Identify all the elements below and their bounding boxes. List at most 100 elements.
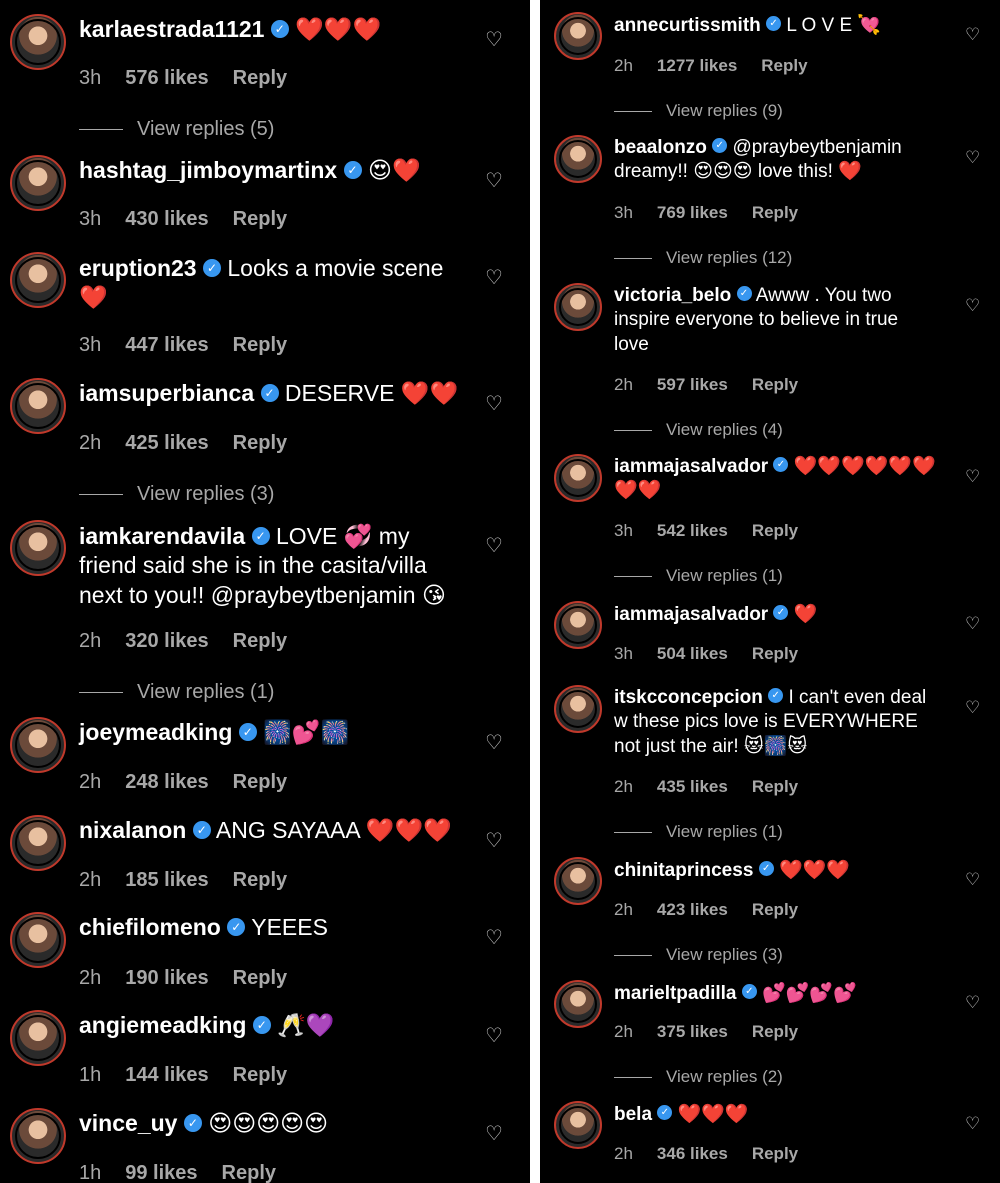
likes-count[interactable]: 435 likes [657,777,728,796]
reply-button[interactable]: Reply [752,1022,798,1041]
username-link[interactable]: bela [614,1104,652,1125]
likes-count[interactable]: 1277 likes [657,56,737,75]
reply-button[interactable]: Reply [233,67,287,89]
avatar[interactable] [554,601,602,649]
username-link[interactable]: chiefilomeno [79,914,221,940]
username-link[interactable]: iamsuperbianca [79,380,254,406]
avatar[interactable] [554,454,602,502]
reply-button[interactable]: Reply [233,967,287,989]
like-heart-icon[interactable]: ♡ [485,1026,503,1046]
reply-button[interactable]: Reply [233,771,287,793]
username-link[interactable]: marieltpadilla [614,983,737,1004]
likes-count[interactable]: 576 likes [125,67,208,89]
username-link[interactable]: joeymeadking [79,719,232,745]
likes-count[interactable]: 99 likes [125,1162,197,1183]
likes-count[interactable]: 769 likes [657,203,728,222]
reply-button[interactable]: Reply [222,1162,276,1183]
view-replies-link[interactable]: View replies (1) [79,681,274,704]
like-heart-icon[interactable]: ♡ [965,297,980,314]
view-replies-link[interactable]: View replies (1) [614,822,783,842]
likes-count[interactable]: 425 likes [125,432,208,454]
avatar[interactable] [10,520,66,576]
reply-button[interactable]: Reply [752,203,798,222]
avatar[interactable] [10,155,66,211]
like-heart-icon[interactable]: ♡ [485,394,503,414]
username-link[interactable]: annecurtissmith [614,15,761,36]
reply-button[interactable]: Reply [233,630,287,652]
like-heart-icon[interactable]: ♡ [485,928,503,948]
reply-button[interactable]: Reply [752,1144,798,1163]
likes-count[interactable]: 190 likes [125,967,208,989]
avatar[interactable] [554,283,602,331]
like-heart-icon[interactable]: ♡ [485,268,503,288]
reply-button[interactable]: Reply [752,900,798,919]
reply-button[interactable]: Reply [752,375,798,394]
like-heart-icon[interactable]: ♡ [965,615,980,632]
username-link[interactable]: karlaestrada1121 [79,16,264,42]
likes-count[interactable]: 447 likes [125,334,208,356]
username-link[interactable]: hashtag_jimboymartinx [79,157,337,183]
likes-count[interactable]: 248 likes [125,771,208,793]
avatar[interactable] [10,815,66,871]
username-link[interactable]: nixalanon [79,817,186,843]
reply-button[interactable]: Reply [761,56,807,75]
like-heart-icon[interactable]: ♡ [485,30,503,50]
likes-count[interactable]: 346 likes [657,1144,728,1163]
like-heart-icon[interactable]: ♡ [485,733,503,753]
username-link[interactable]: itskcconcepcion [614,687,763,708]
view-replies-link[interactable]: View replies (1) [614,566,783,586]
avatar[interactable] [554,135,602,183]
reply-button[interactable]: Reply [752,521,798,540]
likes-count[interactable]: 320 likes [125,630,208,652]
reply-button[interactable]: Reply [752,777,798,796]
avatar[interactable] [10,252,66,308]
avatar[interactable] [554,980,602,1028]
likes-count[interactable]: 375 likes [657,1022,728,1041]
like-heart-icon[interactable]: ♡ [485,831,503,851]
like-heart-icon[interactable]: ♡ [485,536,503,556]
avatar[interactable] [554,857,602,905]
likes-count[interactable]: 185 likes [125,869,208,891]
likes-count[interactable]: 423 likes [657,900,728,919]
view-replies-link[interactable]: View replies (5) [79,118,274,141]
view-replies-link[interactable]: View replies (4) [614,420,783,440]
reply-button[interactable]: Reply [233,208,287,230]
likes-count[interactable]: 430 likes [125,208,208,230]
view-replies-link[interactable]: View replies (9) [614,101,783,121]
avatar[interactable] [554,685,602,733]
reply-button[interactable]: Reply [752,644,798,663]
username-link[interactable]: iamkarendavila [79,523,245,549]
like-heart-icon[interactable]: ♡ [965,1115,980,1132]
like-heart-icon[interactable]: ♡ [965,468,980,485]
like-heart-icon[interactable]: ♡ [965,994,980,1011]
avatar[interactable] [10,912,66,968]
view-replies-link[interactable]: View replies (2) [614,1067,783,1087]
username-link[interactable]: chinitaprincess [614,860,753,881]
avatar[interactable] [10,378,66,434]
username-link[interactable]: vince_uy [79,1110,177,1136]
username-link[interactable]: eruption23 [79,255,197,281]
avatar[interactable] [10,717,66,773]
like-heart-icon[interactable]: ♡ [965,699,980,716]
username-link[interactable]: beaalonzo [614,137,707,158]
like-heart-icon[interactable]: ♡ [965,149,980,166]
like-heart-icon[interactable]: ♡ [965,871,980,888]
view-replies-link[interactable]: View replies (12) [614,248,792,268]
reply-button[interactable]: Reply [233,334,287,356]
likes-count[interactable]: 504 likes [657,644,728,663]
like-heart-icon[interactable]: ♡ [485,1124,503,1144]
reply-button[interactable]: Reply [233,1064,287,1086]
like-heart-icon[interactable]: ♡ [485,171,503,191]
avatar[interactable] [10,14,66,70]
avatar[interactable] [554,12,602,60]
reply-button[interactable]: Reply [233,869,287,891]
reply-button[interactable]: Reply [233,432,287,454]
view-replies-link[interactable]: View replies (3) [614,945,783,965]
username-link[interactable]: victoria_belo [614,285,731,306]
username-link[interactable]: iammajasalvador [614,456,768,477]
likes-count[interactable]: 597 likes [657,375,728,394]
username-link[interactable]: iammajasalvador [614,604,768,625]
like-heart-icon[interactable]: ♡ [965,26,980,43]
username-link[interactable]: angiemeadking [79,1012,246,1038]
avatar[interactable] [10,1108,66,1164]
